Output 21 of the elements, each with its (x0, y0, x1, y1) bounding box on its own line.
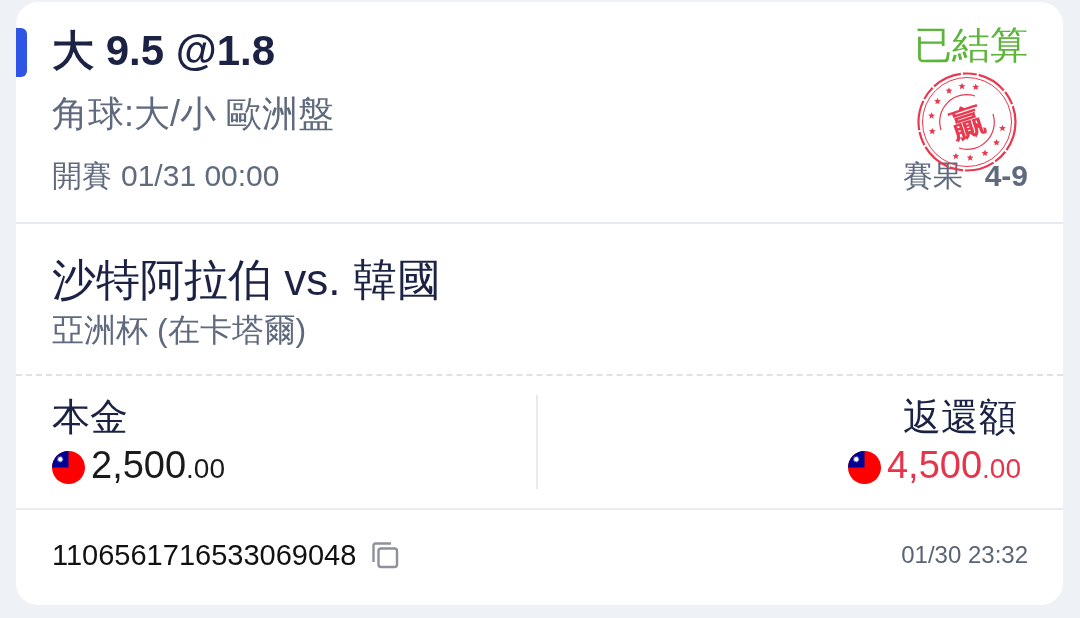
placed-time: 01/30 23:32 (901, 539, 1028, 570)
score-label: 賽果 (902, 158, 963, 194)
kickoff-label: 開賽 (52, 158, 112, 194)
ticket-id: 1106561716533069048 (52, 537, 357, 573)
settled-status: 已結算 (914, 23, 1028, 68)
stake-amount: 2,500.00 (91, 443, 226, 488)
stake-label: 本金 (52, 395, 128, 439)
accent-bar (16, 28, 27, 77)
copy-button[interactable] (370, 539, 401, 570)
score-value: 4-9 (984, 158, 1028, 194)
flag-icon (847, 450, 881, 484)
return-label: 返還額 (903, 395, 1017, 439)
return-amount: 4,500.00 (886, 443, 1021, 488)
market-name: 角球:大/小 歐洲盤 (52, 92, 334, 136)
copy-icon (371, 540, 400, 569)
competition-name: 亞洲杯 (在卡塔爾) (52, 311, 307, 350)
kickoff-time: 01/31 00:00 (121, 158, 280, 194)
stamp-text: 贏 (945, 99, 989, 145)
flag-icon (52, 450, 85, 484)
match-teams: 沙特阿拉伯 vs. 韓國 (52, 254, 441, 306)
bet-selection: 大 9.5 @1.8 (52, 26, 276, 76)
